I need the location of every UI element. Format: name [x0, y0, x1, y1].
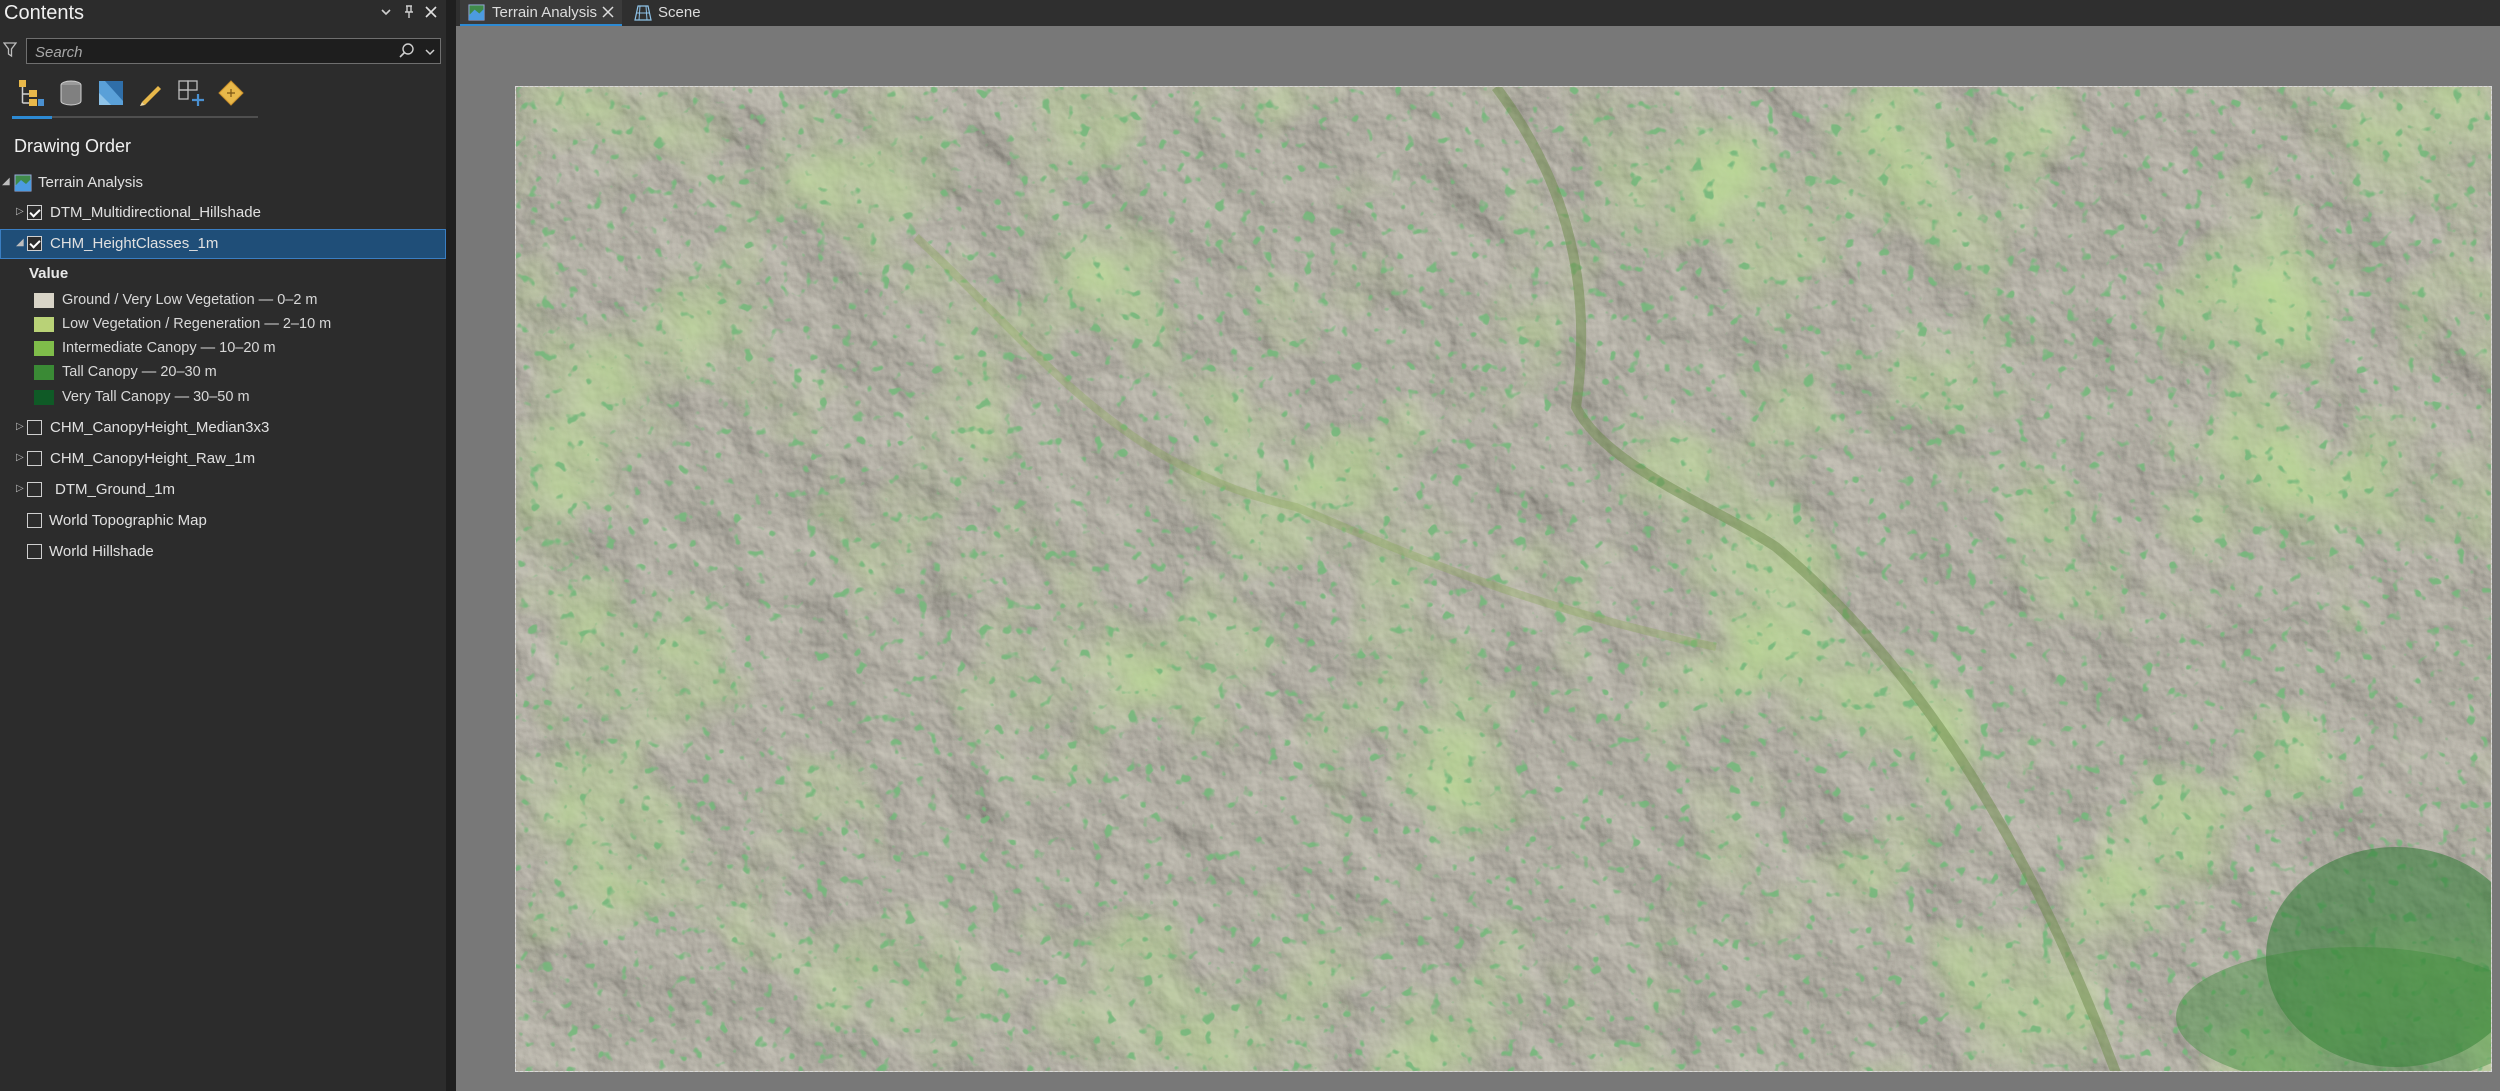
- layer-name: CHM_HeightClasses_1m: [50, 235, 219, 252]
- drawing-order-heading: Drawing Order: [14, 136, 132, 156]
- close-icon[interactable]: [421, 5, 441, 24]
- legend-label: Intermediate Canopy — 10–20 m: [62, 340, 276, 356]
- layer-visibility-checkbox[interactable]: [27, 420, 42, 435]
- basemap-row[interactable]: World Topographic Map: [0, 506, 446, 536]
- list-by-drawing-order-icon[interactable]: [16, 76, 46, 110]
- search-input[interactable]: [33, 42, 397, 62]
- layer-row[interactable]: ▷ CHM_CanopyHeight_Median3x3: [0, 413, 446, 443]
- map-name: Terrain Analysis: [38, 174, 144, 191]
- active-tool-indicator: [12, 116, 52, 119]
- basemap-row[interactable]: World Hillshade: [0, 537, 446, 567]
- search-options-chevron-icon[interactable]: [424, 45, 436, 57]
- legend-class[interactable]: Ground / Very Low Vegetation — 0–2 m: [0, 288, 446, 312]
- layer-name: DTM_Multidirectional_Hillshade: [50, 204, 261, 221]
- tab-label: Terrain Analysis: [492, 4, 598, 21]
- list-by-selection-icon[interactable]: [96, 76, 126, 110]
- search-row: [0, 34, 446, 68]
- tree-map-node[interactable]: ◢ Terrain Analysis: [0, 168, 446, 198]
- contents-pane: Contents Search Drawing Order ◢ Terrain …: [0, 0, 446, 1091]
- list-by-snapping-icon[interactable]: [176, 76, 206, 110]
- legend-heading: Value: [29, 265, 69, 282]
- map-icon: [14, 174, 32, 192]
- collapse-arrow-icon[interactable]: ◢: [2, 177, 12, 187]
- search-field[interactable]: [26, 38, 441, 64]
- scene-icon: [634, 4, 652, 21]
- tab-scene[interactable]: Scene: [628, 0, 718, 26]
- collapse-arrow-icon[interactable]: ◢: [16, 238, 26, 248]
- layer-name: CHM_CanopyHeight_Median3x3: [50, 419, 270, 436]
- search-icon[interactable]: [398, 42, 416, 60]
- map-view[interactable]: [456, 26, 2500, 1091]
- expand-arrow-icon[interactable]: ▷: [16, 207, 26, 217]
- layer-visibility-checkbox[interactable]: [27, 544, 42, 559]
- expand-arrow-icon[interactable]: ▷: [16, 453, 26, 463]
- legend-swatch[interactable]: [34, 390, 54, 405]
- list-by-source-icon[interactable]: [56, 76, 86, 110]
- legend-label: Ground / Very Low Vegetation — 0–2 m: [62, 292, 318, 308]
- legend-class[interactable]: Very Tall Canopy — 30–50 m: [0, 385, 446, 409]
- legend-swatch[interactable]: [34, 317, 54, 332]
- expand-arrow-icon[interactable]: ▷: [16, 484, 26, 494]
- layer-name: CHM_CanopyHeight_Raw_1m: [50, 450, 256, 467]
- expand-arrow-icon[interactable]: ▷: [16, 422, 26, 432]
- list-by-labeling-icon[interactable]: [216, 76, 246, 110]
- list-by-editing-icon[interactable]: [136, 76, 166, 110]
- map-icon: [468, 4, 485, 21]
- close-tab-icon[interactable]: [601, 5, 615, 19]
- legend-class[interactable]: Tall Canopy — 20–30 m: [0, 360, 446, 384]
- pane-splitter[interactable]: [446, 0, 456, 1091]
- layer-visibility-checkbox[interactable]: [27, 513, 42, 528]
- layer-row-selected[interactable]: ◢ CHM_HeightClasses_1m: [0, 229, 446, 259]
- legend-swatch[interactable]: [34, 293, 54, 308]
- contents-toolbar: [12, 76, 262, 120]
- layer-visibility-checkbox[interactable]: [27, 451, 42, 466]
- pin-icon[interactable]: [399, 5, 419, 24]
- layer-row[interactable]: ▷ DTM_Multidirectional_Hillshade: [0, 198, 446, 228]
- layer-visibility-checkbox[interactable]: [27, 205, 42, 220]
- tab-label: Scene: [658, 4, 701, 21]
- layer-name: World Hillshade: [49, 543, 154, 560]
- layer-name: DTM_Ground_1m: [55, 481, 176, 498]
- layer-visibility-checkbox[interactable]: [27, 482, 42, 497]
- layer-name: World Topographic Map: [49, 512, 207, 529]
- legend-swatch[interactable]: [34, 365, 54, 380]
- legend-swatch[interactable]: [34, 341, 54, 356]
- legend-label: Tall Canopy — 20–30 m: [62, 364, 217, 380]
- map-canvas[interactable]: [515, 86, 2492, 1072]
- chevron-down-icon[interactable]: [376, 5, 396, 23]
- view-tab-bar: Terrain Analysis Scene: [456, 0, 2500, 26]
- legend-class[interactable]: Intermediate Canopy — 10–20 m: [0, 336, 446, 360]
- layer-row[interactable]: ▷ DTM_Ground_1m: [0, 475, 446, 505]
- tab-terrain-analysis[interactable]: Terrain Analysis: [460, 0, 622, 26]
- layer-visibility-checkbox[interactable]: [27, 236, 42, 251]
- terrain-height-class-raster: [516, 87, 2491, 1071]
- legend-label: Very Tall Canopy — 30–50 m: [62, 389, 250, 405]
- contents-pane-header: Contents: [0, 0, 446, 32]
- legend-class[interactable]: Low Vegetation / Regeneration — 2–10 m: [0, 312, 446, 336]
- pane-title: Contents: [4, 2, 85, 24]
- legend-label: Low Vegetation / Regeneration — 2–10 m: [62, 316, 332, 332]
- filter-icon[interactable]: [2, 42, 18, 58]
- layer-row[interactable]: ▷ CHM_CanopyHeight_Raw_1m: [0, 444, 446, 474]
